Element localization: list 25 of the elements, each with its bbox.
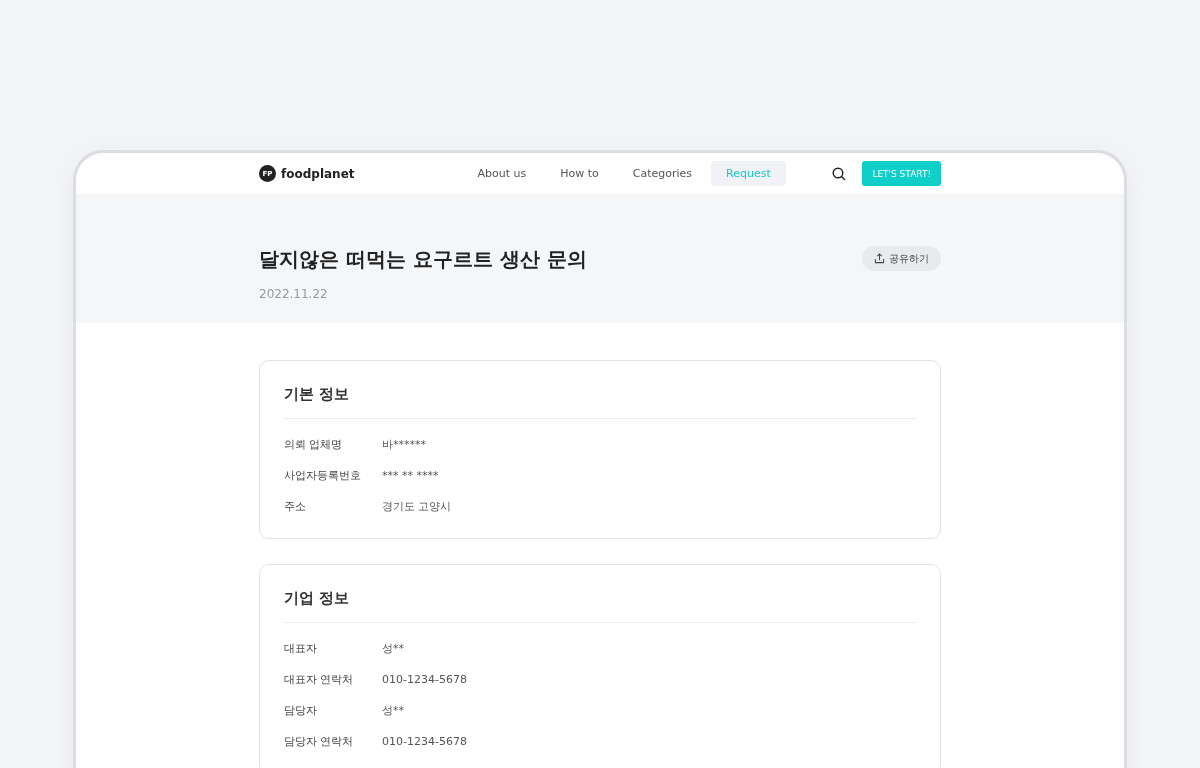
field-label: 대표자 연락처 — [284, 672, 355, 687]
card-title: 기본 정보 — [284, 385, 916, 419]
search-icon[interactable] — [832, 166, 847, 181]
share-icon — [874, 253, 885, 264]
post-date: 2022.11.22 — [259, 287, 329, 301]
field-value: 010-1234-5678 — [382, 735, 467, 748]
share-button[interactable]: 공유하기 — [862, 246, 941, 271]
field-label: 담당자 — [284, 703, 318, 718]
field-label: 주소 — [284, 499, 307, 514]
nav-link[interactable]: About us — [462, 161, 542, 186]
field-value: 성** — [382, 703, 404, 718]
field-value: *** ** **** — [382, 469, 439, 482]
field-value: 경기도 고양시 — [382, 499, 452, 514]
page-title: 달지않은 떠먹는 요구르트 생산 문의 — [259, 246, 587, 273]
logo-text[interactable]: foodplanet — [281, 166, 355, 181]
field-value: 010-1234-5678 — [382, 673, 467, 686]
nav-link[interactable]: Categories — [617, 161, 708, 186]
field-value: 성** — [382, 641, 404, 656]
card-title: 기업 정보 — [284, 589, 916, 623]
field-label: 담당자 연락처 — [284, 734, 355, 749]
field-label: 사업자등록번호 — [284, 468, 362, 483]
nav-link[interactable]: How to — [545, 161, 614, 186]
field-value: 바****** — [382, 437, 426, 452]
field-label: 대표자 — [284, 641, 318, 656]
field-label: 의뢰 업체명 — [284, 437, 344, 452]
